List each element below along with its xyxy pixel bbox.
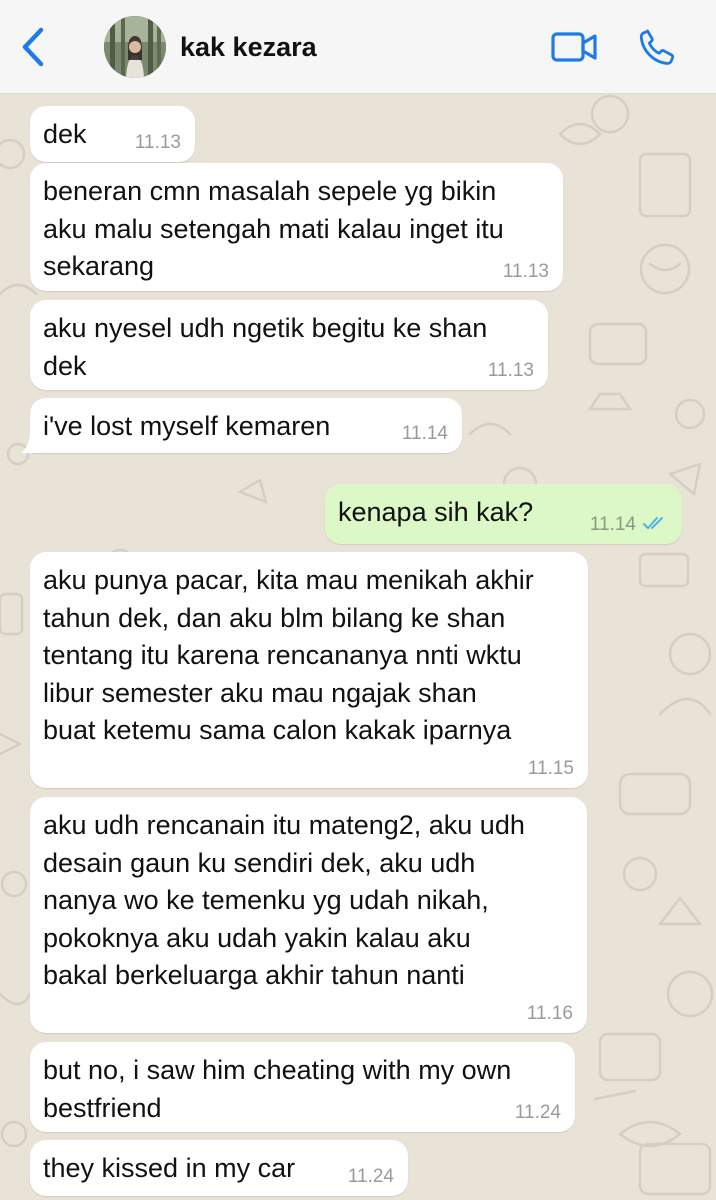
chat-area[interactable]: dek 11.13 beneran cmn masalah sepele yg bi…	[0, 94, 716, 1200]
back-button[interactable]	[14, 24, 54, 70]
message-timestamp: 11.14	[590, 514, 668, 536]
timestamp-text: 11.13	[502, 261, 549, 282]
message-timestamp: 11.15	[528, 758, 574, 780]
timestamp-text: 11.24	[514, 1102, 561, 1123]
contact-name[interactable]: kak kezara	[180, 30, 317, 64]
message-text: aku nyesel udh ngetik begitu ke shan dek	[43, 313, 488, 381]
message-timestamp: 11.16	[527, 1003, 573, 1025]
message-timestamp: 11.13	[135, 132, 181, 154]
incoming-message-bubble[interactable]: aku nyesel udh ngetik begitu ke shan dek…	[30, 300, 548, 390]
message-timestamp: 11.14	[402, 423, 448, 445]
incoming-message-bubble[interactable]: but no, i saw him cheating with my own b…	[30, 1042, 575, 1132]
chat-header: kak kezara	[0, 0, 716, 94]
timestamp-text: 11.15	[527, 758, 574, 779]
incoming-message-bubble[interactable]: they kissed in my car 11.24	[30, 1140, 408, 1196]
timestamp-text: 11.14	[401, 423, 448, 444]
message-text: aku udh rencanain itu mateng2, aku udh d…	[43, 810, 525, 990]
timestamp-text: 11.24	[347, 1166, 394, 1187]
message-text: i've lost myself kemaren	[43, 411, 331, 441]
message-timestamp: 11.13	[488, 360, 534, 382]
message-text: beneran cmn masalah sepele yg bikin aku …	[43, 176, 504, 281]
voice-call-button[interactable]	[636, 26, 678, 68]
timestamp-text: 11.16	[526, 1003, 573, 1024]
outgoing-message-bubble[interactable]: kenapa sih kak? 11.14	[325, 484, 682, 544]
message-timestamp: 11.13	[503, 261, 549, 283]
timestamp-text: 11.13	[487, 360, 534, 381]
chevron-left-icon	[22, 27, 44, 67]
message-text: aku punya pacar, kita mau menikah akhir …	[43, 565, 534, 745]
message-text: they kissed in my car	[43, 1153, 296, 1183]
timestamp-text: 11.14	[589, 514, 636, 535]
video-camera-icon	[551, 32, 597, 62]
incoming-message-bubble[interactable]: beneran cmn masalah sepele yg bikin aku …	[30, 163, 563, 291]
double-check-read-icon	[643, 517, 663, 530]
avatar[interactable]	[104, 16, 166, 78]
incoming-message-bubble[interactable]: dek 11.13	[30, 106, 195, 162]
message-text: but no, i saw him cheating with my own b…	[43, 1055, 512, 1123]
message-timestamp: 11.24	[515, 1102, 561, 1124]
video-call-button[interactable]	[550, 28, 600, 66]
timestamp-text: 11.13	[134, 132, 181, 153]
incoming-message-bubble[interactable]: i've lost myself kemaren 11.14	[21, 398, 462, 453]
incoming-message-bubble[interactable]: aku udh rencanain itu mateng2, aku udh d…	[30, 797, 587, 1033]
phone-icon	[639, 29, 675, 65]
bubble-tail	[21, 433, 35, 453]
incoming-message-bubble[interactable]: aku punya pacar, kita mau menikah akhir …	[30, 552, 588, 788]
message-timestamp: 11.24	[348, 1166, 394, 1188]
